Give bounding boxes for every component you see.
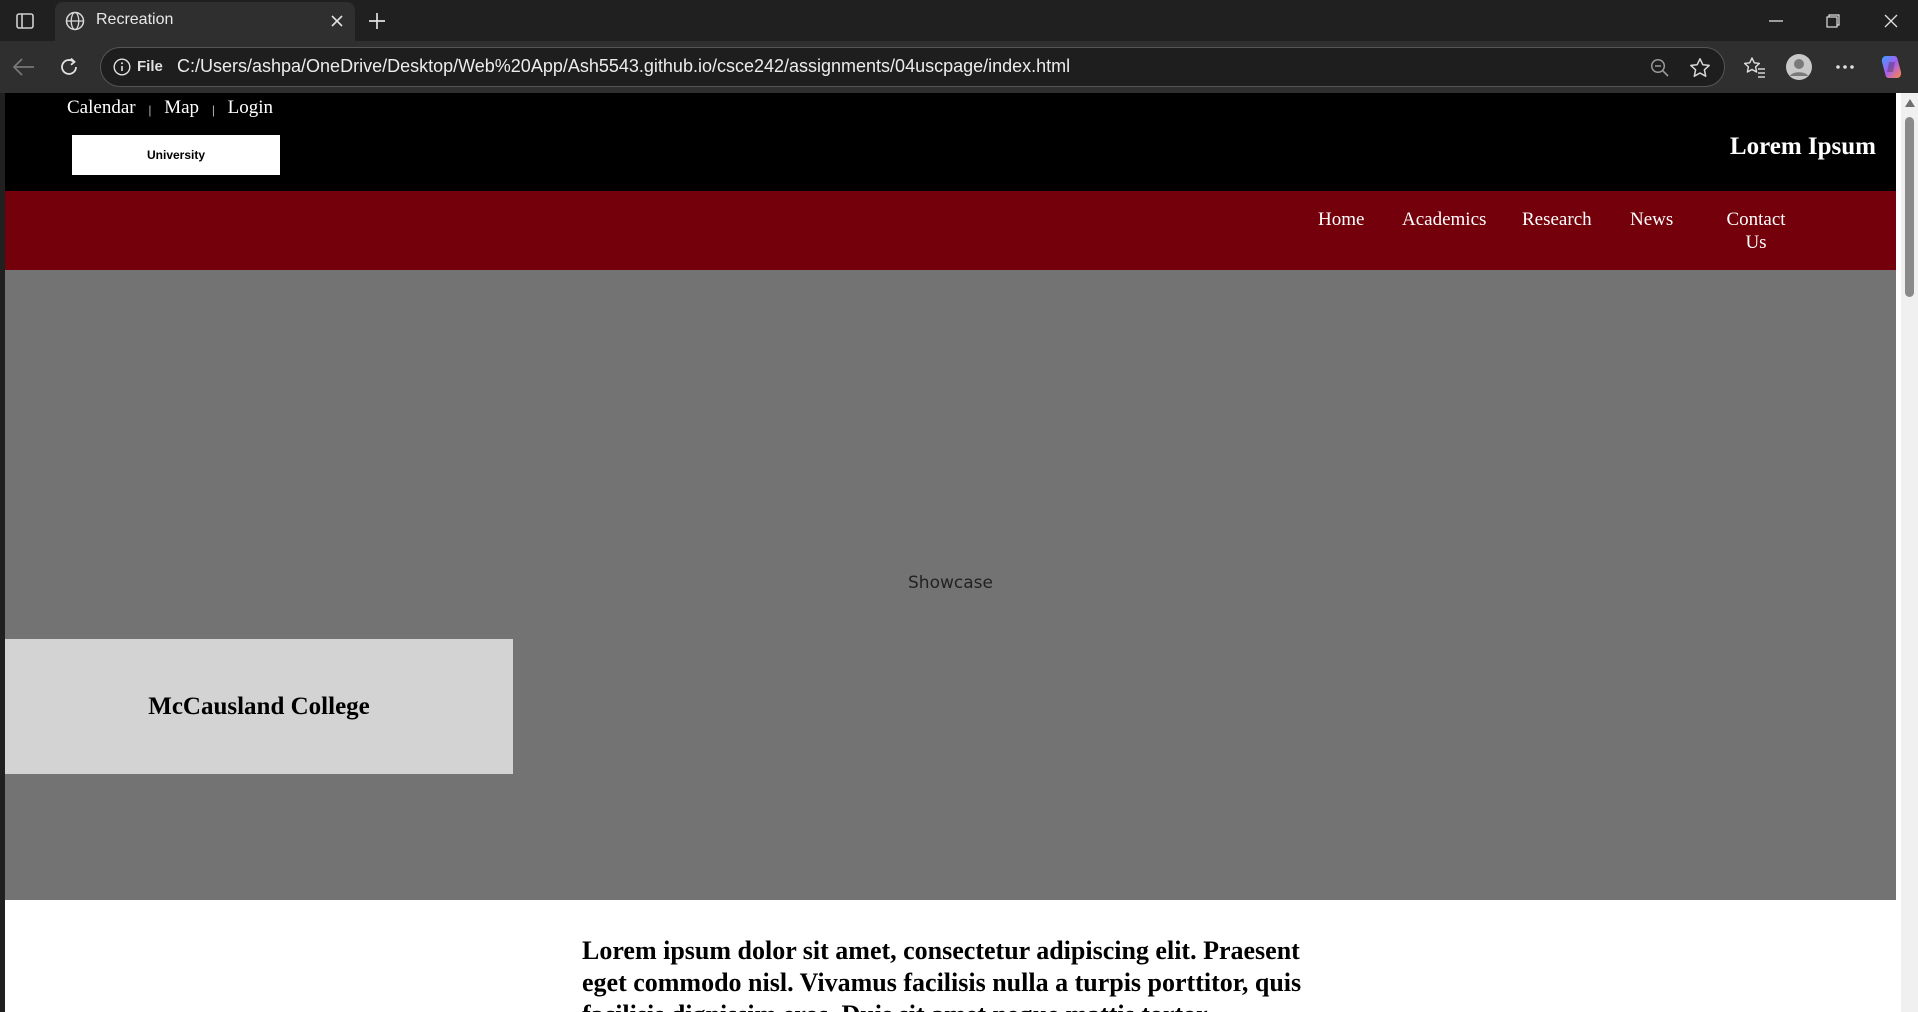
nav-research[interactable]: Research [1522,208,1592,231]
profile-avatar-icon[interactable] [1785,53,1813,81]
scroll-up-arrow-icon[interactable] [1905,99,1915,107]
close-window-icon[interactable] [1871,6,1911,36]
nav-news[interactable]: News [1630,208,1673,231]
link-separator: | [148,101,152,117]
main-nav: Home Academics Research News Contact Us [5,191,1896,270]
nav-contact-us[interactable]: Contact Us [1716,208,1796,254]
favorite-star-icon[interactable] [1689,57,1711,79]
zoom-out-icon[interactable] [1649,57,1671,79]
copilot-icon[interactable] [1878,53,1906,81]
browser-tab-active[interactable]: Recreation [55,2,355,41]
site-title: Lorem Ipsum [1729,133,1876,160]
university-logo[interactable]: University [72,135,280,175]
browser-tab-bar: Recreation [0,0,1918,41]
tab-title: Recreation [96,11,174,28]
vertical-scrollbar[interactable] [1901,93,1918,1012]
login-link[interactable]: Login [228,97,273,119]
restore-icon[interactable] [1813,6,1853,36]
globe-icon [65,11,85,31]
showcase-label: Showcase [908,573,993,593]
new-tab-icon[interactable] [364,8,390,34]
scrollbar-thumb[interactable] [1905,117,1914,297]
link-separator: | [212,101,215,117]
more-options-icon[interactable] [1831,53,1859,81]
showcase-banner: Showcase McCausland College [5,270,1896,900]
url-text[interactable]: C:/Users/ashpa/OneDrive/Desktop/Web%20Ap… [177,56,1070,77]
utility-links: Calendar | Map | Login [67,97,273,119]
nav-contact-line: Contact [1726,209,1786,230]
tab-actions-icon[interactable] [10,8,40,34]
url-scheme-label: File [137,58,163,75]
back-arrow-icon[interactable] [10,53,38,81]
nav-contact-line: Us [1745,232,1767,253]
nav-home[interactable]: Home [1318,208,1364,231]
calendar-link[interactable]: Calendar [67,97,136,119]
close-tab-icon[interactable] [327,11,347,31]
favorites-icon[interactable] [1741,53,1769,81]
college-name-box: McCausland College [5,639,513,774]
minimize-icon[interactable] [1756,6,1796,36]
top-header: Calendar | Map | Login University Lorem … [5,93,1896,191]
info-icon[interactable] [113,58,131,76]
address-bar[interactable]: File C:/Users/ashpa/OneDrive/Desktop/Web… [100,47,1725,87]
webpage: Calendar | Map | Login University Lorem … [5,93,1896,1012]
page-viewport: Calendar | Map | Login University Lorem … [5,93,1918,1012]
intro-paragraph: Lorem ipsum dolor sit amet, consectetur … [582,936,1302,1012]
browser-toolbar: File C:/Users/ashpa/OneDrive/Desktop/Web… [0,41,1918,93]
nav-academics[interactable]: Academics [1402,208,1486,231]
map-link[interactable]: Map [164,97,199,119]
reload-icon[interactable] [55,53,83,81]
